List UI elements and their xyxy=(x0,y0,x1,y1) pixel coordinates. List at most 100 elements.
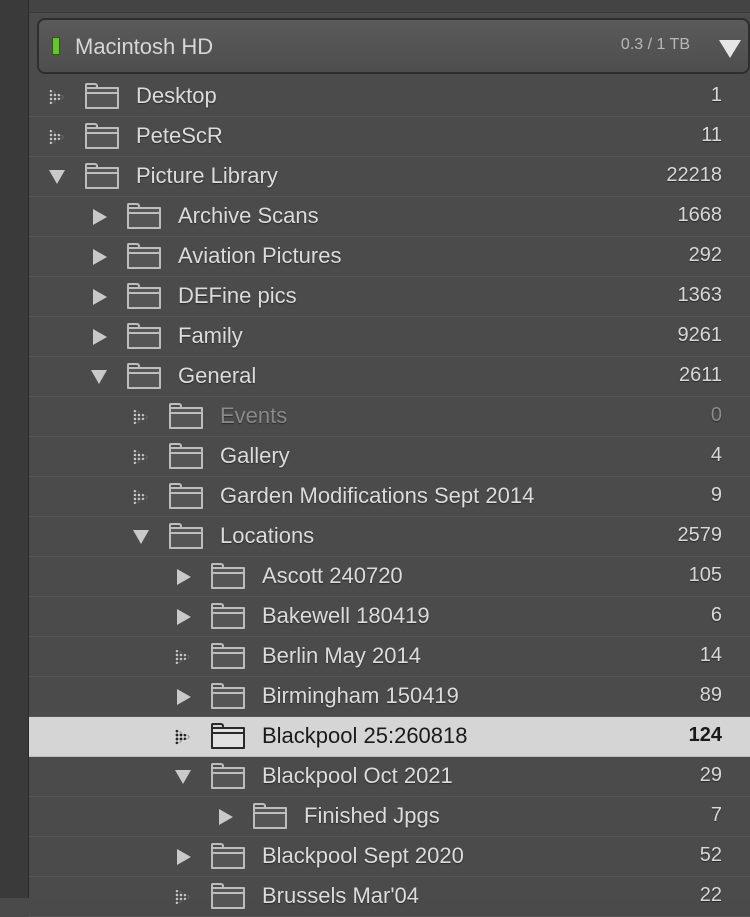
panel-top-strip xyxy=(29,0,750,13)
disclosure-collapsed-icon[interactable] xyxy=(217,808,235,826)
folder-count: 2579 xyxy=(677,524,723,546)
folder-row[interactable]: PeteScR 11 xyxy=(29,117,750,157)
folder-count: 14 xyxy=(699,644,722,666)
folder-icon xyxy=(211,883,245,909)
folder-row[interactable]: Garden Modifications Sept 2014 9 xyxy=(29,477,750,517)
volume-menu-icon[interactable] xyxy=(719,40,741,58)
folder-count: 105 xyxy=(688,564,722,586)
volume-status-indicator xyxy=(52,37,60,55)
disclosure-collapsed-icon[interactable] xyxy=(175,688,193,706)
folder-row[interactable]: Aviation Pictures 292 xyxy=(29,237,750,277)
folder-name: Birmingham 150419 xyxy=(262,683,459,708)
folder-row[interactable]: Blackpool Sept 2020 52 xyxy=(29,837,750,877)
folder-count: 7 xyxy=(710,804,722,826)
folder-name: Blackpool 25:260818 xyxy=(262,723,468,748)
disclosure-empty-icon[interactable] xyxy=(175,888,193,906)
folder-icon xyxy=(127,243,161,269)
folder-count: 22218 xyxy=(666,164,722,186)
folder-row[interactable]: Birmingham 150419 89 xyxy=(29,677,750,717)
folder-row[interactable]: Brussels Mar'04 22 xyxy=(29,877,750,917)
disclosure-empty-icon[interactable] xyxy=(133,448,151,466)
folder-name: Blackpool Oct 2021 xyxy=(262,763,453,788)
disclosure-empty-icon[interactable] xyxy=(175,728,193,746)
folder-count: 22 xyxy=(699,884,722,906)
folder-icon xyxy=(85,163,119,189)
folder-name: Ascott 240720 xyxy=(262,563,403,588)
folder-row[interactable]: Blackpool Oct 2021 29 xyxy=(29,757,750,797)
folder-row[interactable]: DEFine pics 1363 xyxy=(29,277,750,317)
folders-panel: Macintosh HD 0.3 / 1 TB Desktop 1 PeteScR 1… xyxy=(29,0,750,917)
volume-header[interactable]: Macintosh HD 0.3 / 1 TB xyxy=(37,18,750,74)
folder-icon xyxy=(85,83,119,109)
folder-name: Locations xyxy=(220,523,315,548)
folder-icon xyxy=(169,523,203,549)
folder-row[interactable]: Ascott 240720 105 xyxy=(29,557,750,597)
folder-name: Blackpool Sept 2020 xyxy=(262,843,464,868)
folder-name: Archive Scans xyxy=(178,203,319,228)
disclosure-expanded-icon[interactable] xyxy=(49,168,67,186)
folder-row[interactable]: Desktop 1 xyxy=(29,77,750,117)
folder-row[interactable]: Events 0 xyxy=(29,397,750,437)
folder-tree: Desktop 1 PeteScR 11 Picture Library 22218 Arc… xyxy=(29,77,750,917)
disclosure-empty-icon[interactable] xyxy=(133,488,151,506)
folder-icon xyxy=(211,563,245,589)
volume-usage: 0.3 / 1 TB xyxy=(620,36,690,53)
folder-row[interactable]: Picture Library 22218 xyxy=(29,157,750,197)
disclosure-empty-icon[interactable] xyxy=(49,88,67,106)
folder-row[interactable]: Archive Scans 1668 xyxy=(29,197,750,237)
folder-name: Berlin May 2014 xyxy=(262,643,421,668)
folder-name: Brussels Mar'04 xyxy=(262,883,420,908)
folder-count: 2611 xyxy=(678,364,722,386)
folder-count: 29 xyxy=(699,764,722,786)
folder-icon xyxy=(211,763,245,789)
disclosure-expanded-icon[interactable] xyxy=(175,768,193,786)
folder-row[interactable]: Blackpool 25:260818 124 xyxy=(29,717,750,757)
folder-icon xyxy=(127,363,161,389)
folder-name: PeteScR xyxy=(136,123,223,148)
folder-icon xyxy=(127,323,161,349)
folder-count: 89 xyxy=(699,684,722,706)
folder-icon xyxy=(211,723,245,749)
folder-row[interactable]: Finished Jpgs 7 xyxy=(29,797,750,837)
disclosure-collapsed-icon[interactable] xyxy=(175,848,193,866)
disclosure-empty-icon[interactable] xyxy=(49,128,67,146)
folder-count: 1363 xyxy=(677,284,723,306)
disclosure-expanded-icon[interactable] xyxy=(91,368,109,386)
folder-row[interactable]: Berlin May 2014 14 xyxy=(29,637,750,677)
folder-row[interactable]: Locations 2579 xyxy=(29,517,750,557)
folder-name: Desktop xyxy=(136,83,217,108)
folder-count: 0 xyxy=(710,404,722,426)
folder-count: 292 xyxy=(688,244,722,266)
folder-name: Gallery xyxy=(220,443,290,468)
folder-icon xyxy=(169,443,203,469)
folder-row[interactable]: Family 9261 xyxy=(29,317,750,357)
folder-name: Bakewell 180419 xyxy=(262,603,430,628)
left-panel-edge xyxy=(0,0,29,898)
folder-icon xyxy=(169,483,203,509)
folder-icon xyxy=(127,203,161,229)
folder-row[interactable]: General 2611 xyxy=(29,357,750,397)
disclosure-collapsed-icon[interactable] xyxy=(91,208,109,226)
disclosure-collapsed-icon[interactable] xyxy=(175,568,193,586)
folder-count: 52 xyxy=(699,844,722,866)
disclosure-empty-icon[interactable] xyxy=(133,408,151,426)
folder-icon xyxy=(211,643,245,669)
folder-name: General xyxy=(178,363,257,388)
folder-name: DEFine pics xyxy=(178,283,297,308)
folder-name: Aviation Pictures xyxy=(178,243,342,268)
disclosure-collapsed-icon[interactable] xyxy=(91,288,109,306)
disclosure-expanded-icon[interactable] xyxy=(133,528,151,546)
folder-count: 11 xyxy=(701,124,722,146)
folder-count: 9 xyxy=(710,484,722,506)
disclosure-collapsed-icon[interactable] xyxy=(91,248,109,266)
folder-count: 9261 xyxy=(677,324,723,346)
disclosure-collapsed-icon[interactable] xyxy=(175,608,193,626)
folder-name: Family xyxy=(178,323,243,348)
folder-name: Picture Library xyxy=(136,163,278,188)
disclosure-empty-icon[interactable] xyxy=(175,648,193,666)
folder-name: Events xyxy=(220,403,288,428)
folder-row[interactable]: Bakewell 180419 6 xyxy=(29,597,750,637)
disclosure-collapsed-icon[interactable] xyxy=(91,328,109,346)
folder-row[interactable]: Gallery 4 xyxy=(29,437,750,477)
folder-icon xyxy=(211,603,245,629)
